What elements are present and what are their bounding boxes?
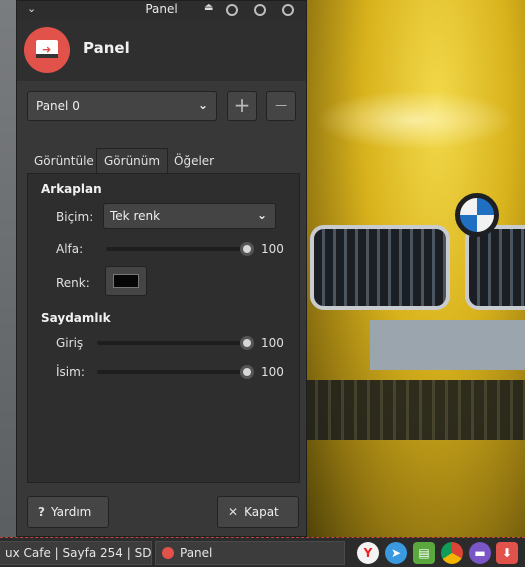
alpha-value: 100 — [261, 242, 284, 256]
color-swatch — [113, 274, 139, 288]
enter-opacity-slider[interactable] — [97, 336, 254, 350]
tab-bar: Görüntüle Görünüm Öğeler — [27, 148, 300, 173]
yandex-browser-icon[interactable]: Y — [357, 542, 379, 564]
background-heading: Arkaplan — [41, 182, 102, 196]
minimize-button[interactable] — [226, 4, 238, 16]
alpha-slider-handle[interactable] — [240, 242, 254, 256]
shade-icon[interactable]: ⏏ — [204, 2, 213, 13]
car-logo — [455, 193, 499, 237]
style-label: Biçim: — [56, 210, 94, 224]
close-dialog-button[interactable]: ✕ Kapat — [217, 496, 299, 528]
enter-label: Giriş — [56, 336, 84, 350]
taskbar: ux Cafe | Sayfa 254 | SD... Panel Y ➤ ▤ … — [0, 537, 525, 567]
add-panel-button[interactable]: + — [227, 91, 257, 121]
help-icon: ? — [38, 505, 45, 519]
taskbar-item-panel[interactable]: Panel — [155, 541, 345, 565]
color-picker-button[interactable] — [105, 266, 147, 296]
remove-panel-button[interactable]: — — [266, 91, 296, 121]
app-tray-icon[interactable]: ▤ — [413, 542, 435, 564]
wallpaper-car-image — [305, 0, 525, 540]
enter-slider-handle[interactable] — [240, 336, 254, 350]
panel-select-value: Panel 0 — [36, 99, 80, 113]
leave-label: İsim: — [56, 365, 85, 379]
plus-icon: + — [233, 93, 251, 117]
alpha-label: Alfa: — [56, 242, 84, 256]
download-icon[interactable]: ⬇ — [496, 542, 518, 564]
help-button[interactable]: ? Yardım — [27, 496, 109, 528]
panel-select[interactable]: Panel 0 ⌄ — [27, 91, 217, 121]
tab-items[interactable]: Öğeler — [167, 149, 221, 173]
transparency-heading: Saydamlık — [41, 311, 111, 325]
panel-app-icon — [162, 547, 174, 559]
chevron-down-icon: ⌄ — [256, 208, 267, 222]
appearance-tab-panel: Arkaplan Biçim: Tek renk ⌄ Alfa: 100 Ren… — [27, 173, 300, 483]
window-header: ➜ Panel — [17, 19, 306, 81]
taskbar-item-browser[interactable]: ux Cafe | Sayfa 254 | SD... — [0, 541, 152, 565]
title-bar[interactable]: ⌄ Panel ⏏ — [17, 1, 306, 19]
panel-app-icon: ➜ — [24, 27, 70, 73]
chrome-icon[interactable] — [441, 542, 463, 564]
chevron-down-icon: ⌄ — [197, 98, 208, 112]
leave-opacity-slider[interactable] — [97, 365, 254, 379]
minus-icon: — — [275, 98, 287, 112]
media-icon[interactable]: ▬ — [469, 542, 491, 564]
telegram-icon[interactable]: ➤ — [385, 542, 407, 564]
tab-display[interactable]: Görüntüle — [27, 149, 101, 173]
color-label: Renk: — [56, 276, 90, 290]
leave-value: 100 — [261, 365, 284, 379]
enter-value: 100 — [261, 336, 284, 350]
close-icon: ✕ — [228, 505, 239, 519]
style-select[interactable]: Tek renk ⌄ — [103, 203, 276, 229]
leave-slider-handle[interactable] — [240, 365, 254, 379]
alpha-slider[interactable] — [106, 242, 254, 256]
maximize-button[interactable] — [254, 4, 266, 16]
panel-preferences-window: ⌄ Panel ⏏ ➜ Panel Panel 0 ⌄ + — Görüntül… — [16, 0, 307, 537]
header-title: Panel — [83, 39, 130, 57]
tab-appearance[interactable]: Görünüm — [96, 148, 169, 173]
close-button[interactable] — [282, 4, 294, 16]
